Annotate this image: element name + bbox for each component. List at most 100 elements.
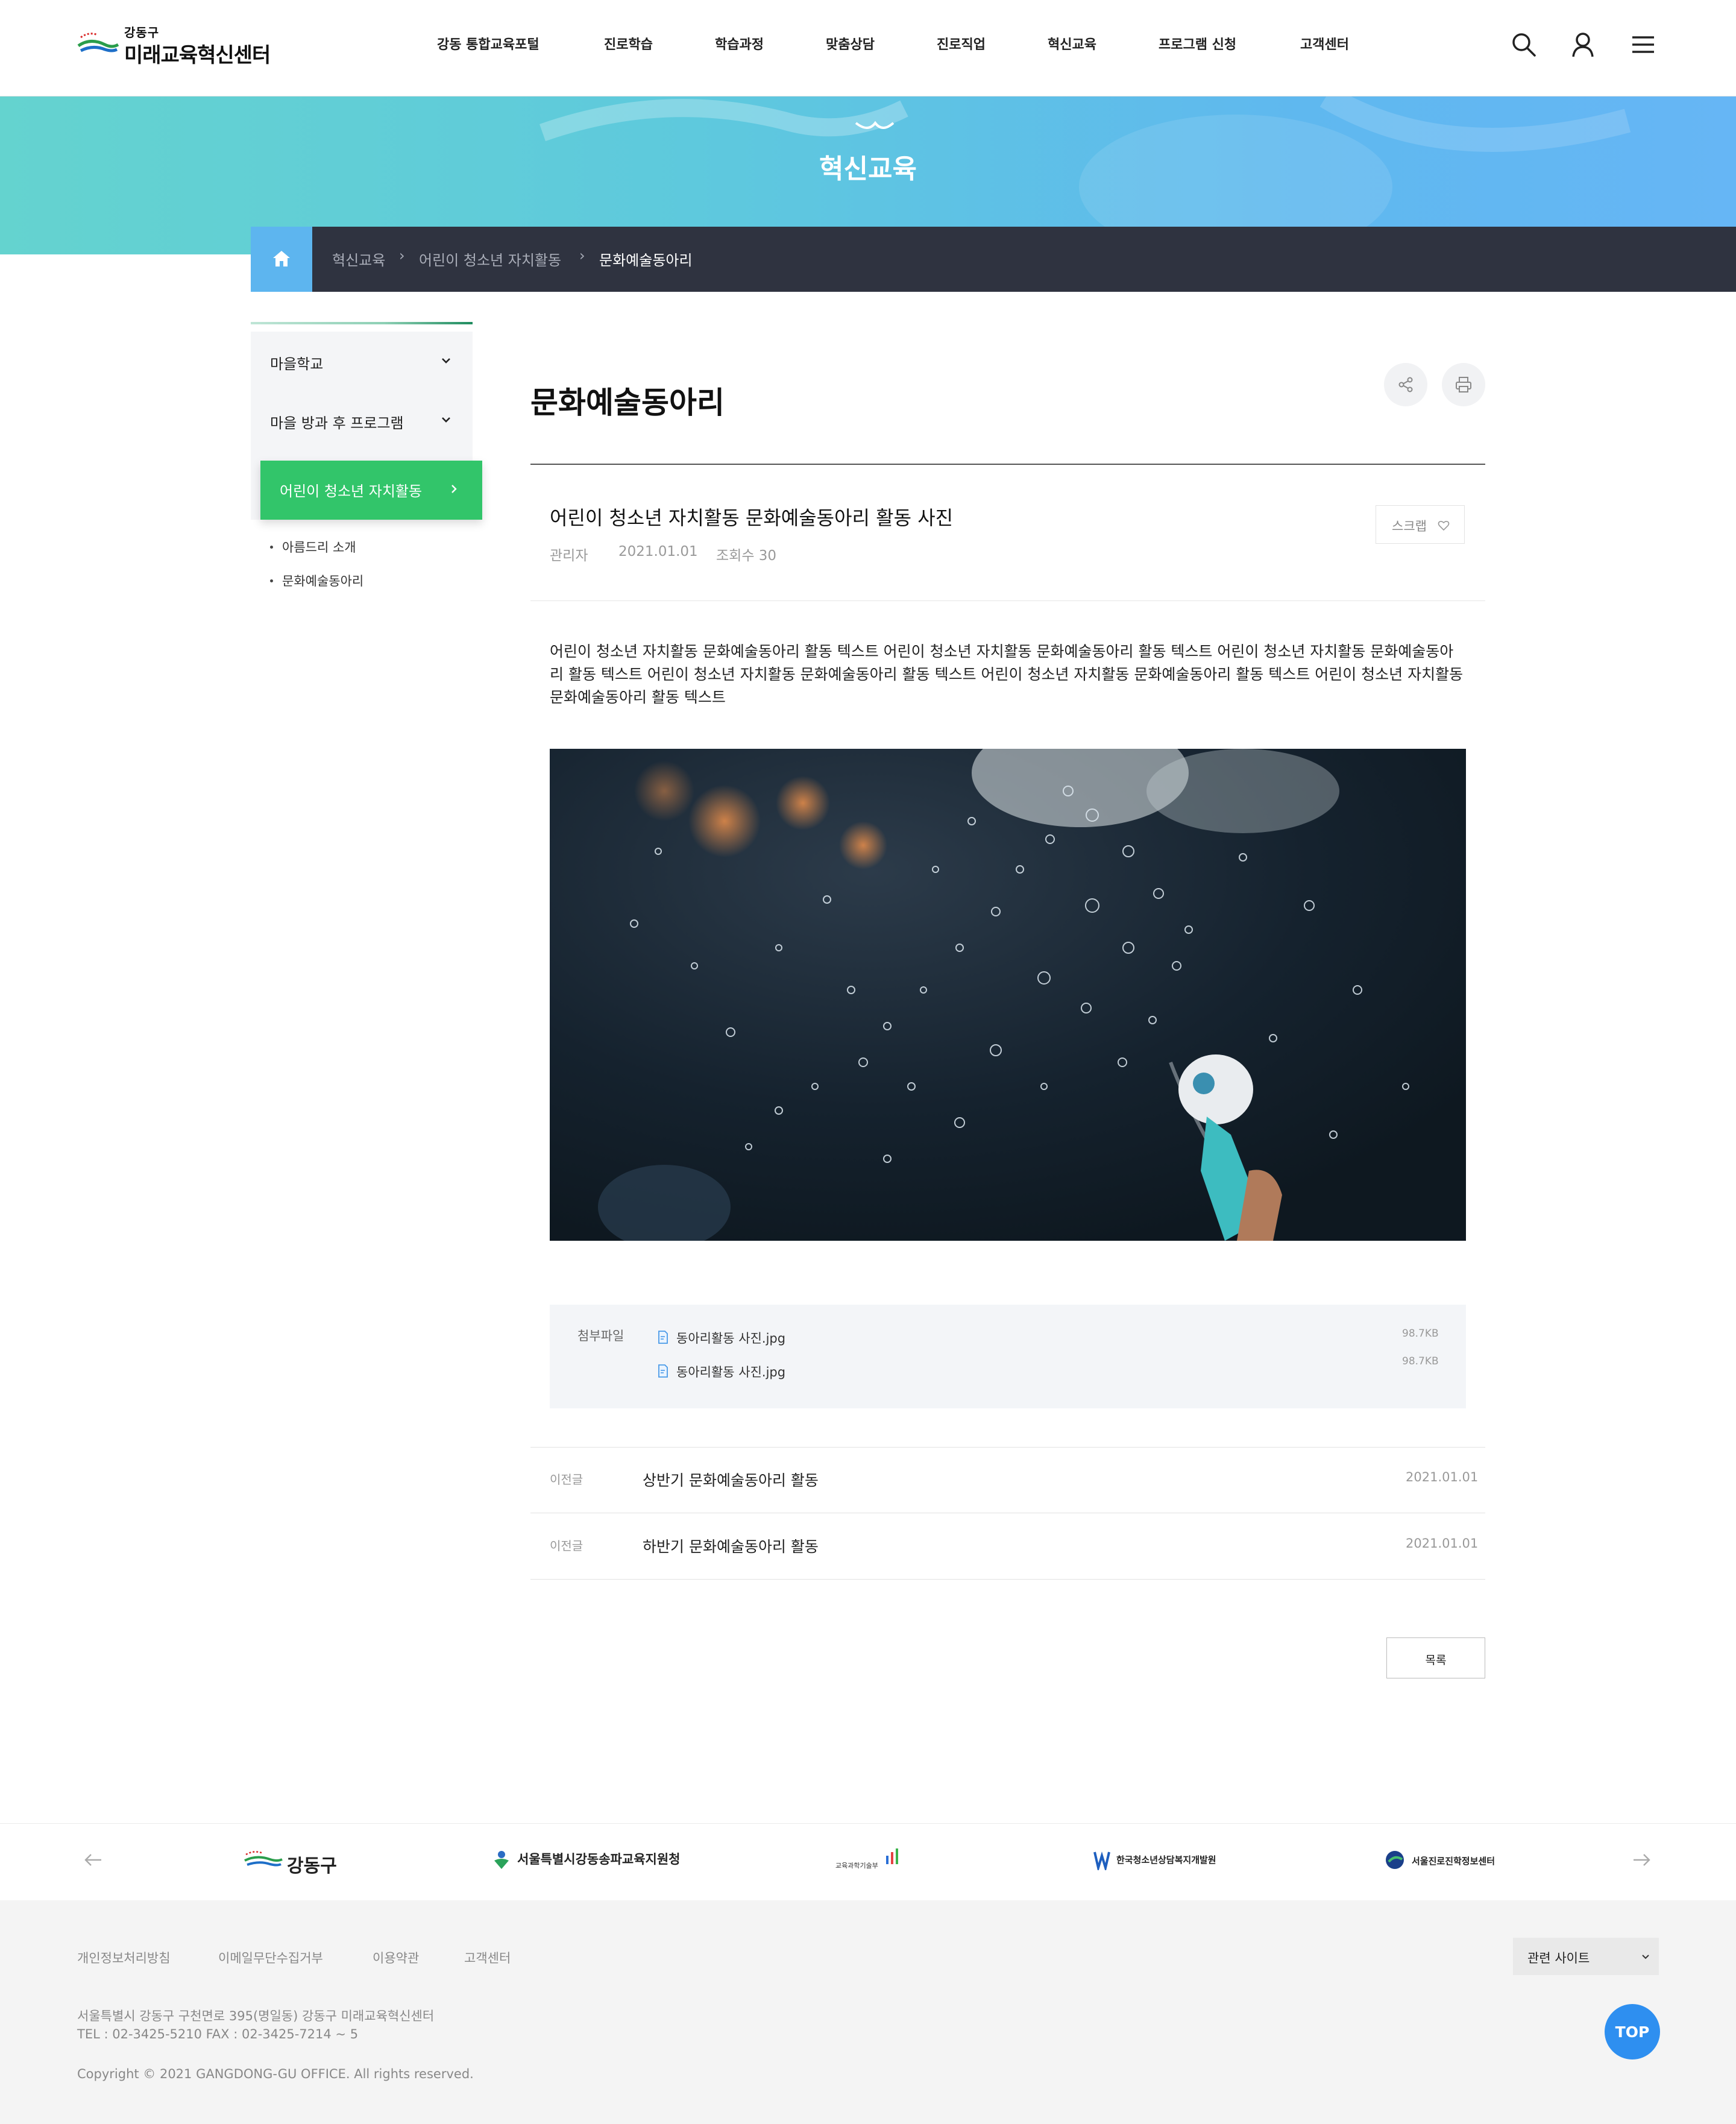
logo-emblem-icon	[77, 33, 119, 52]
breadcrumb-home-button[interactable]	[251, 227, 312, 292]
share-icon	[1398, 377, 1413, 392]
ministry-emblem-icon	[886, 1848, 898, 1864]
partner-name: 서울특별시강동송파교육지원청	[517, 1852, 681, 1867]
nav-innovation[interactable]: 혁신교육	[1048, 34, 1096, 53]
print-icon	[1456, 377, 1471, 392]
share-button[interactable]	[1384, 363, 1427, 406]
footer-copyright: Copyright © 2021 GANGDONG-GU OFFICE. All…	[77, 2067, 474, 2081]
post-nav-date: 2021.01.01	[1406, 1470, 1479, 1484]
career-center-emblem-icon	[1386, 1851, 1404, 1869]
post-date: 2021.01.01	[618, 544, 698, 559]
site-logo[interactable]: 강동구 미래교육혁신센터	[77, 23, 294, 68]
chevron-right-icon: ›	[399, 247, 405, 264]
post-nav-date: 2021.01.01	[1406, 1536, 1479, 1551]
heart-icon	[1438, 520, 1450, 531]
breadcrumb-item[interactable]: 혁신교육	[332, 248, 385, 269]
post-photo	[550, 749, 1466, 1241]
partner-logo-ministry[interactable]: 교육과학기술부	[835, 1848, 908, 1873]
nav-portal[interactable]: 강동 통합교육포털	[437, 34, 539, 53]
bullet-icon	[270, 579, 273, 582]
title-divider	[530, 464, 1485, 465]
scroll-top-button[interactable]: TOP	[1605, 2004, 1660, 2059]
arrow-right-icon[interactable]	[1631, 1850, 1652, 1870]
chevron-right-icon	[451, 485, 457, 493]
scroll-top-label: TOP	[1615, 2023, 1650, 2041]
gangdong-emblem-icon	[244, 1851, 283, 1867]
lnb-sub-item[interactable]: 아름드리 소개	[282, 538, 356, 556]
banner-title: 혁신교육	[819, 154, 917, 184]
post-nav-label: 이전글	[550, 1539, 583, 1553]
user-icon[interactable]	[1568, 30, 1597, 59]
attachment-box	[550, 1305, 1466, 1408]
partner-name: 서울진로진학정보센터	[1412, 1856, 1495, 1867]
scrap-label: 스크랩	[1392, 519, 1427, 534]
partner-name: 한국청소년상담복지개발원	[1116, 1855, 1216, 1865]
lnb-active-label: 어린이 청소년 자치활동	[280, 483, 423, 500]
list-button[interactable]: 목록	[1386, 1637, 1485, 1678]
post-body: 어린이 청소년 자치활동 문화예술동아리 활동 텍스트 어린이 청소년 자치활동…	[550, 643, 1464, 706]
post-nav-label: 이전글	[550, 1472, 583, 1487]
scrap-button[interactable]: 스크랩	[1376, 505, 1465, 544]
lnb-sub-item[interactable]: 문화예술동아리	[282, 572, 363, 590]
file-icon	[658, 1331, 668, 1344]
education-office-emblem-icon	[494, 1851, 509, 1869]
lnb-item-label: 마을학교	[270, 356, 324, 373]
print-button[interactable]	[1442, 363, 1485, 406]
post-author: 관리자	[550, 548, 588, 564]
related-sites-select[interactable]: 관련 사이트	[1513, 1938, 1659, 1975]
file-icon	[658, 1364, 668, 1378]
lnb-item-village-school[interactable]: 마을학교	[251, 332, 473, 391]
chevron-down-icon	[1642, 1955, 1649, 1959]
partner-logo-career-center[interactable]: 서울진로진학정보센터	[1384, 1847, 1505, 1873]
post-nav-link[interactable]: 하반기 문화예술동아리 활동	[643, 1535, 819, 1557]
nav-courses[interactable]: 학습과정	[715, 34, 764, 53]
attachment-file-link[interactable]: 동아리활동 사진.jpg	[676, 1329, 785, 1347]
search-icon[interactable]	[1509, 30, 1538, 59]
nav-career-jobs[interactable]: 진로직업	[937, 34, 986, 53]
logo-small-text: 강동구	[124, 25, 160, 40]
home-icon	[273, 251, 290, 266]
post-views: 조회수 30	[716, 548, 777, 564]
post-nav-divider	[530, 1579, 1485, 1580]
partner-logo-education-office[interactable]: 서울특별시강동송파교육지원청	[492, 1847, 681, 1873]
attachment-file-size: 98.7KB	[1402, 1328, 1439, 1340]
breadcrumb-item[interactable]: 어린이 청소년 자치활동	[419, 248, 561, 269]
bullet-icon	[270, 546, 273, 549]
list-button-label: 목록	[1425, 1654, 1447, 1667]
partner-logo-gangdong[interactable]: 강동구	[244, 1846, 362, 1877]
partner-name: 강동구	[287, 1856, 337, 1877]
breadcrumb-current: 문화예술동아리	[599, 252, 693, 269]
nav-customer-center[interactable]: 고객센터	[1300, 34, 1349, 53]
lnb-item-after-school[interactable]: 마을 방과 후 프로그램	[251, 391, 473, 450]
meta-divider	[530, 600, 1485, 601]
post-nav-link[interactable]: 상반기 문화예술동아리 활동	[643, 1469, 819, 1490]
lnb-item-label: 마을 방과 후 프로그램	[270, 415, 404, 432]
lnb-top-bar	[251, 322, 473, 324]
post-nav-divider	[530, 1447, 1485, 1448]
logo-big-text: 미래교육혁신센터	[124, 43, 271, 68]
nav-program-apply[interactable]: 프로그램 신청	[1159, 34, 1236, 53]
footer-tel: TEL : 02-3425-5210 FAX : 02-3425-7214 ~ …	[77, 2027, 359, 2041]
chevron-down-icon	[442, 417, 450, 423]
related-sites-label: 관련 사이트	[1527, 1951, 1590, 1965]
menu-icon[interactable]	[1629, 30, 1658, 59]
footer-link-terms[interactable]: 이용약관	[373, 1949, 419, 1967]
chevron-down-icon	[442, 358, 450, 364]
nav-counseling[interactable]: 맞춤상담	[826, 34, 875, 53]
attachment-label: 첨부파일	[577, 1329, 624, 1343]
partner-name: 교육과학기술부	[835, 1862, 878, 1870]
footer-link-customer-center[interactable]: 고객센터	[464, 1949, 511, 1967]
arrow-left-icon[interactable]	[83, 1850, 104, 1870]
post-title: 어린이 청소년 자치활동 문화예술동아리 활동 사진	[550, 506, 954, 529]
nav-career-learning[interactable]: 진로학습	[604, 34, 653, 53]
attachment-file-link[interactable]: 동아리활동 사진.jpg	[676, 1363, 785, 1381]
footer-address: 서울특별시 강동구 구천면로 395(명일동) 강동구 미래교육혁신센터	[77, 2009, 435, 2023]
footer-link-email-policy[interactable]: 이메일무단수집거부	[218, 1949, 323, 1967]
page-title: 문화예술동아리	[530, 385, 725, 420]
partner-logo-youth-counseling[interactable]: 한국청소년상담복지개발원	[1092, 1847, 1225, 1873]
attachment-file-size: 98.7KB	[1402, 1355, 1439, 1367]
footer-link-privacy[interactable]: 개인정보처리방침	[77, 1949, 171, 1967]
chevron-right-icon: ›	[579, 247, 585, 264]
bubble-photo-image	[550, 749, 1466, 1241]
youth-counseling-emblem-icon	[1093, 1851, 1110, 1870]
